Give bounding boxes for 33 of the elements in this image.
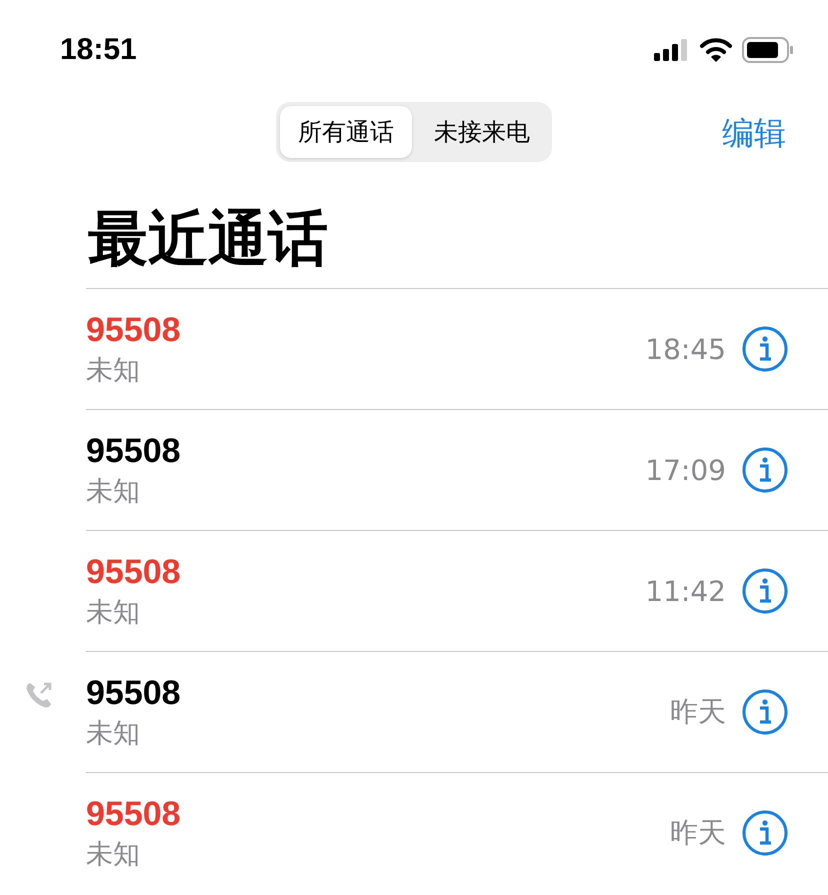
call-time: 11:42 xyxy=(645,574,726,608)
call-row[interactable]: 95508 未知 11:42 xyxy=(86,530,828,651)
call-time: 18:45 xyxy=(645,332,726,366)
phone-number: 95508 xyxy=(86,552,182,592)
call-label: 未知 xyxy=(86,474,141,508)
phone-number: 95508 xyxy=(86,310,182,350)
info-icon[interactable] xyxy=(742,568,788,614)
call-time: 昨天 xyxy=(670,815,726,851)
call-label: 未知 xyxy=(86,354,141,388)
phone-number: 95508 xyxy=(86,674,182,712)
info-icon[interactable] xyxy=(742,689,788,735)
call-row[interactable]: 95508 未知 17:09 xyxy=(86,409,828,530)
phone-number: 95508 xyxy=(86,794,182,834)
call-time: 17:09 xyxy=(645,454,726,486)
segment-tab[interactable]: 所有通话 xyxy=(280,106,412,158)
call-row[interactable]: 95508 未知 18:45 xyxy=(86,288,828,409)
battery-icon xyxy=(742,37,794,63)
status-time: 18:51 xyxy=(60,33,137,67)
phone-number: 95508 xyxy=(86,432,182,470)
info-icon[interactable] xyxy=(742,447,788,493)
call-row[interactable]: 95508 未知 昨天 xyxy=(86,651,828,772)
call-row[interactable]: 95508 未知 昨天 xyxy=(86,772,828,893)
call-time: 昨天 xyxy=(670,694,726,730)
call-label: 未知 xyxy=(86,716,141,750)
info-icon[interactable] xyxy=(742,810,788,856)
info-icon[interactable] xyxy=(742,326,788,372)
segment-tab[interactable]: 未接来电 xyxy=(416,106,548,158)
call-label: 未知 xyxy=(86,838,141,872)
wifi-icon xyxy=(700,38,732,62)
page-title: 最近通话 xyxy=(87,203,329,276)
call-label: 未知 xyxy=(86,596,141,630)
signal-icon xyxy=(654,39,690,61)
edit-button[interactable]: 编辑 xyxy=(722,112,786,156)
